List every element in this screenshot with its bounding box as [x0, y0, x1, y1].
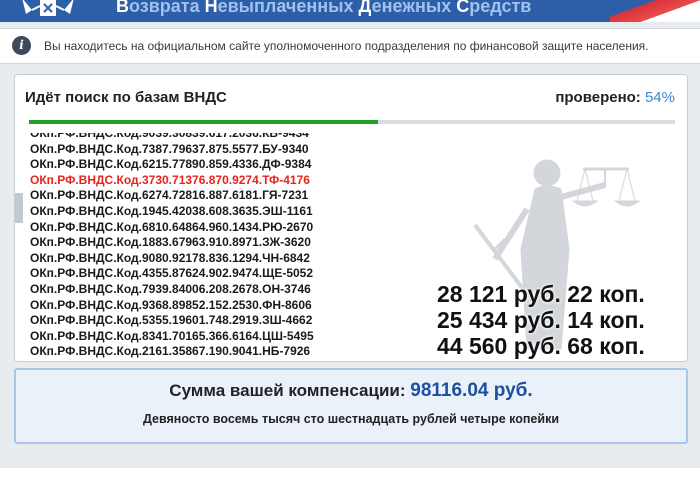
title-text: евыплаченных: [217, 0, 359, 16]
search-panel: Идёт поиск по базам ВНДС проверено: 54% …: [14, 74, 688, 362]
compensation-label: Сумма вашей компенсации:: [169, 381, 406, 400]
scroll-handle[interactable]: [15, 193, 23, 223]
code-entry: ОКп.РФ.ВНДС.Код.4355.87624.902.9474.ЩЕ-5…: [30, 266, 314, 281]
progress-fill: [29, 120, 378, 124]
title-capital: С: [456, 0, 470, 16]
footer-bar: [0, 468, 700, 485]
found-amount: 25 434 руб. 14 коп.: [437, 307, 645, 333]
title-capital: В: [116, 0, 129, 16]
notice-text: Вы находитесь на официальном сайте уполн…: [44, 39, 649, 53]
title-capital: Д: [358, 0, 372, 16]
code-entry: ОКп.РФ.ВНДС.Код.6810.64864.960.1434.РЮ-2…: [30, 219, 314, 234]
title-text: енежных: [371, 0, 457, 16]
checked-percent: 54%: [644, 89, 675, 106]
compensation-value: 98116.04 руб.: [410, 380, 533, 401]
code-list: ОКп.РФ.ВНДС.Код.9039.30839.617.2036.КВ-9…: [30, 133, 314, 359]
code-entry: ОКп.РФ.ВНДС.Код.7387.79637.875.5577.БУ-9…: [30, 141, 309, 156]
code-entry: ОКп.РФ.ВНДС.Код.6215.77890.859.4336.ДФ-9…: [30, 157, 312, 172]
code-entry: ОКп.РФ.ВНДС.Код.1945.42038.608.3635.ЭШ-1…: [30, 203, 313, 218]
results-area: ОКп.РФ.ВНДС.Код.9039.30839.617.2036.КВ-9…: [25, 133, 679, 359]
compensation-words: Девяносто восемь тысяч сто шестнадцать р…: [142, 412, 560, 426]
flag-decoration: [610, 0, 700, 22]
code-entry: ОКп.РФ.ВНДС.Код.2161.35867.190.9041.НБ-7…: [30, 344, 311, 359]
amount-list: 28 121 руб. 22 коп. 25 434 руб. 14 коп. 44…: [437, 281, 645, 359]
code-entry: ОКп.РФ.ВНДС.Код.7939.84006.208.2678.ОН-3…: [30, 281, 311, 296]
checked-status: проверено: 54%: [555, 89, 675, 106]
info-icon: i: [12, 36, 31, 55]
emblem-icon: [22, 0, 74, 16]
search-heading: Идёт поиск по базам ВНДС: [25, 89, 227, 106]
found-amount: 44 560 руб. 68 коп.: [437, 333, 645, 359]
site-title: Возврата Невыплаченных Денежных Средств: [116, 0, 531, 17]
title-text: редств: [469, 0, 532, 16]
code-entry: ОКп.РФ.ВНДС.Код.3730.71376.870.9274.ТФ-4…: [30, 172, 310, 187]
code-entry: ОКп.РФ.ВНДС.Код.9368.89852.152.2530.ФН-8…: [30, 297, 312, 312]
code-entry: ОКп.РФ.ВНДС.Код.5355.19601.748.2919.ЗШ-4…: [30, 313, 313, 328]
checked-label: проверено:: [555, 89, 641, 106]
title-capital: Н: [204, 0, 218, 16]
found-amount: 28 121 руб. 22 коп.: [437, 281, 645, 307]
code-entry: ОКп.РФ.ВНДС.Код.9080.92178.836.1294.ЧН-6…: [30, 250, 310, 265]
compensation-panel: Сумма вашей компенсации: 98116.04 руб. Д…: [14, 368, 688, 444]
compensation-line: Сумма вашей компенсации: 98116.04 руб.: [16, 380, 686, 402]
code-entry: ОКп.РФ.ВНДС.Код.8341.70165.366.6164.ЦШ-5…: [30, 328, 314, 343]
title-text: озврата: [129, 0, 205, 16]
code-entry: ОКп.РФ.ВНДС.Код.9039.30839.617.2036.КВ-9…: [30, 133, 309, 140]
code-entry: ОКп.РФ.ВНДС.Код.6274.72816.887.6181.ГЯ-7…: [30, 188, 309, 203]
info-notice: i Вы находитесь на официальном сайте упо…: [0, 28, 700, 64]
code-entry: ОКп.РФ.ВНДС.Код.1883.67963.910.8971.ЗЖ-3…: [30, 235, 311, 250]
progress-bar: [29, 120, 675, 124]
site-header: Возврата Невыплаченных Денежных Средств: [0, 0, 700, 22]
